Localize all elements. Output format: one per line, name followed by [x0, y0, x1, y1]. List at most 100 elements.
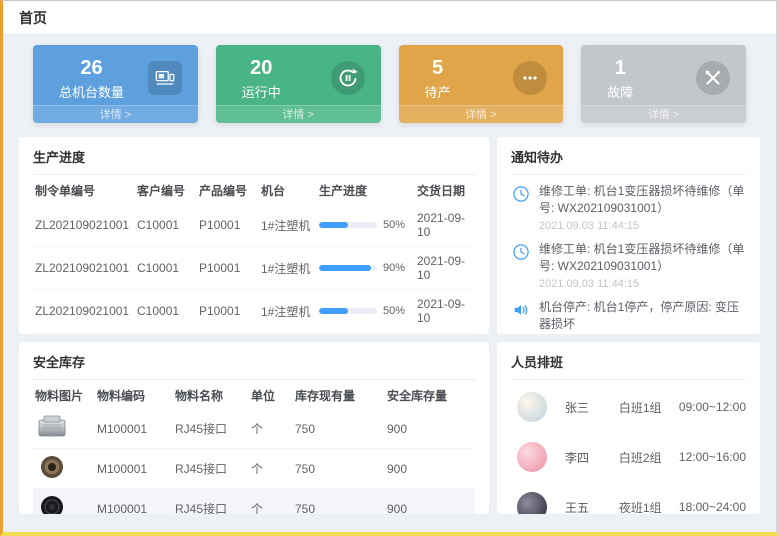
- cell-material-image: [33, 449, 95, 489]
- production-row: ZL202109021001 C10001 P10001 1#注塑机 50% 2…: [33, 290, 475, 333]
- cell-product-no: P10001: [197, 247, 259, 290]
- cell-order-no: ZL202109021001: [33, 290, 135, 333]
- stat-card-body: 26 总机台数量: [33, 45, 198, 105]
- notification-text: 维修工单: 机台1变压器损坏待维修（单号: WX202109031001）: [539, 183, 746, 218]
- stat-value-total-machines: 26: [59, 56, 124, 80]
- detail-link-total-machines[interactable]: 详情 >: [33, 105, 198, 123]
- staff-row: 王五 夜班1组 18:00~24:00: [511, 492, 746, 514]
- column-header-order-no: 制令单编号: [33, 175, 135, 204]
- column-header-machine: 机台: [259, 175, 317, 204]
- staff-shift: 白班1组: [619, 399, 679, 416]
- staff-time: 12:00~16:00: [679, 450, 746, 464]
- staff-time: 18:00~24:00: [679, 500, 746, 514]
- production-row: ZL202109021001 C10001 P10001 1#注塑机 50% 2…: [33, 333, 475, 335]
- progress-bar: [319, 222, 377, 228]
- cell-material-image: [33, 489, 95, 515]
- progress-bar: [319, 265, 377, 271]
- cell-progress: 50%: [317, 290, 415, 333]
- staffing-list: 张三 白班1组 09:00~12:00 李四 白班2组 12:00~16:00 …: [511, 380, 746, 514]
- notification-body: 机台停产: 机台1停产，停产原因: 变压器损坏 2021.09.03 11:44…: [539, 299, 746, 334]
- cell-machine: 1#注塑机: [259, 247, 317, 290]
- notifications-panel: 通知待办 维修工单: 机台1变压器损坏待维修（单号: WX20210903100…: [497, 137, 760, 334]
- column-header-product-no: 产品编号: [197, 175, 259, 204]
- speaker-photo: [35, 494, 69, 514]
- stat-card-standby[interactable]: 5 待产 详情 >: [399, 45, 564, 123]
- cell-customer-no: C10001: [135, 247, 197, 290]
- notification-text: 维修工单: 机台1变压器损坏待维修（单号: WX202109031001）: [539, 241, 746, 276]
- cell-product-no: P10001: [197, 204, 259, 247]
- clock-icon: [511, 242, 531, 262]
- stat-label-total-machines: 总机台数量: [59, 82, 124, 101]
- staff-row: 张三 白班1组 09:00~12:00: [511, 392, 746, 422]
- stat-card-total-machines[interactable]: 26 总机台数量 详情 >: [33, 45, 198, 123]
- stat-label-running: 运行中: [242, 82, 281, 101]
- cell-delivery-date: 2021-09-10: [415, 204, 475, 247]
- staffing-panel: 人员排班 张三 白班1组 09:00~12:00 李四 白班2组 12:00~1…: [497, 342, 760, 514]
- clock-icon: [511, 184, 531, 204]
- cell-machine: 1#注塑机: [259, 204, 317, 247]
- cell-material-name: RJ45接口: [173, 449, 249, 489]
- detail-link-standby[interactable]: 详情 >: [399, 105, 564, 123]
- cell-safety-stock: 900: [385, 449, 475, 489]
- progress-bar: [319, 308, 377, 314]
- cell-product-no: P10001: [197, 333, 259, 335]
- stat-card-fault[interactable]: 1 故障 详情 >: [581, 45, 746, 123]
- column-header-current-stock: 库存现有量: [293, 380, 385, 409]
- cell-progress: 90%: [317, 247, 415, 290]
- stat-card-body: 20 运行中: [216, 45, 381, 105]
- column-header-customer-no: 客户编号: [135, 175, 197, 204]
- column-header-material-code: 物料编码: [95, 380, 173, 409]
- safety-stock-panel: 安全库存 物料图片 物料编码 物料名称 单位 库存现有量 安全库存量: [19, 342, 489, 514]
- stat-card-running[interactable]: 20 运行中 详情 >: [216, 45, 381, 123]
- progress-label: 90%: [383, 262, 405, 274]
- stat-value-running: 20: [242, 56, 281, 80]
- cell-current-stock: 750: [293, 489, 385, 515]
- column-header-safety-stock: 安全库存量: [385, 380, 475, 409]
- cell-delivery-date: 2021-09-10: [415, 333, 475, 335]
- dashboard-window: 首页 26 总机台数量: [0, 0, 779, 536]
- page-title: 首页: [19, 8, 47, 28]
- page-header: 首页: [3, 1, 776, 35]
- column-header-material-image: 物料图片: [33, 380, 95, 409]
- notification-time: 2021.09.03 11:44:15: [539, 220, 746, 232]
- inventory-row: M100001 RJ45接口 个 750 900: [33, 409, 475, 449]
- production-row: ZL202109021001 C10001 P10001 1#注塑机 50% 2…: [33, 204, 475, 247]
- safety-stock-table-header: 物料图片 物料编码 物料名称 单位 库存现有量 安全库存量: [33, 380, 475, 409]
- inventory-row: M100001 RJ45接口 个 750 900: [33, 489, 475, 515]
- notification-text: 机台停产: 机台1停产，停产原因: 变压器损坏: [539, 299, 746, 334]
- production-progress-panel: 生产进度 制令单编号 客户编号 产品编号 机台 生产进度 交货日期: [19, 137, 489, 334]
- standby-icon: [513, 61, 547, 95]
- notification-body: 维修工单: 机台1变压器损坏待维修（单号: WX202109031001） 20…: [539, 241, 746, 290]
- inventory-row: M100001 RJ45接口 个 750 900: [33, 449, 475, 489]
- cell-order-no: ZL202109021001: [33, 204, 135, 247]
- notification-item-machine-stop[interactable]: 机台停产: 机台1停产，停产原因: 变压器损坏 2021.09.03 11:44…: [511, 299, 746, 334]
- production-panel-title: 生产进度: [33, 147, 475, 175]
- dashboard-content: 26 总机台数量 详情 >: [3, 35, 776, 532]
- cell-current-stock: 750: [293, 409, 385, 449]
- staff-name: 张三: [565, 399, 619, 416]
- cell-unit: 个: [249, 409, 293, 449]
- cell-safety-stock: 900: [385, 409, 475, 449]
- detail-link-fault[interactable]: 详情 >: [581, 105, 746, 123]
- speaker-icon: [511, 300, 531, 320]
- detail-link-running[interactable]: 详情 >: [216, 105, 381, 123]
- round-connector-photo: [35, 454, 69, 480]
- avatar-lisi: [517, 442, 547, 472]
- cell-material-code: M100001: [95, 489, 173, 515]
- machine-icon: [148, 61, 182, 95]
- cell-safety-stock: 900: [385, 489, 475, 515]
- stat-value-standby: 5: [425, 56, 451, 80]
- stat-value-fault: 1: [607, 56, 633, 80]
- staff-name: 王五: [565, 499, 619, 515]
- progress-label: 50%: [383, 305, 405, 317]
- staff-row: 李四 白班2组 12:00~16:00: [511, 442, 746, 472]
- column-header-delivery-date: 交货日期: [415, 175, 475, 204]
- cell-customer-no: C10001: [135, 204, 197, 247]
- notification-item-repair-2[interactable]: 维修工单: 机台1变压器损坏待维修（单号: WX202109031001） 20…: [511, 241, 746, 290]
- stat-label-fault: 故障: [607, 82, 633, 101]
- notification-item-repair-1[interactable]: 维修工单: 机台1变压器损坏待维修（单号: WX202109031001） 20…: [511, 183, 746, 232]
- stat-card-body: 1 故障: [581, 45, 746, 105]
- staffing-panel-title: 人员排班: [511, 352, 746, 380]
- column-header-unit: 单位: [249, 380, 293, 409]
- cell-material-image: [33, 409, 95, 449]
